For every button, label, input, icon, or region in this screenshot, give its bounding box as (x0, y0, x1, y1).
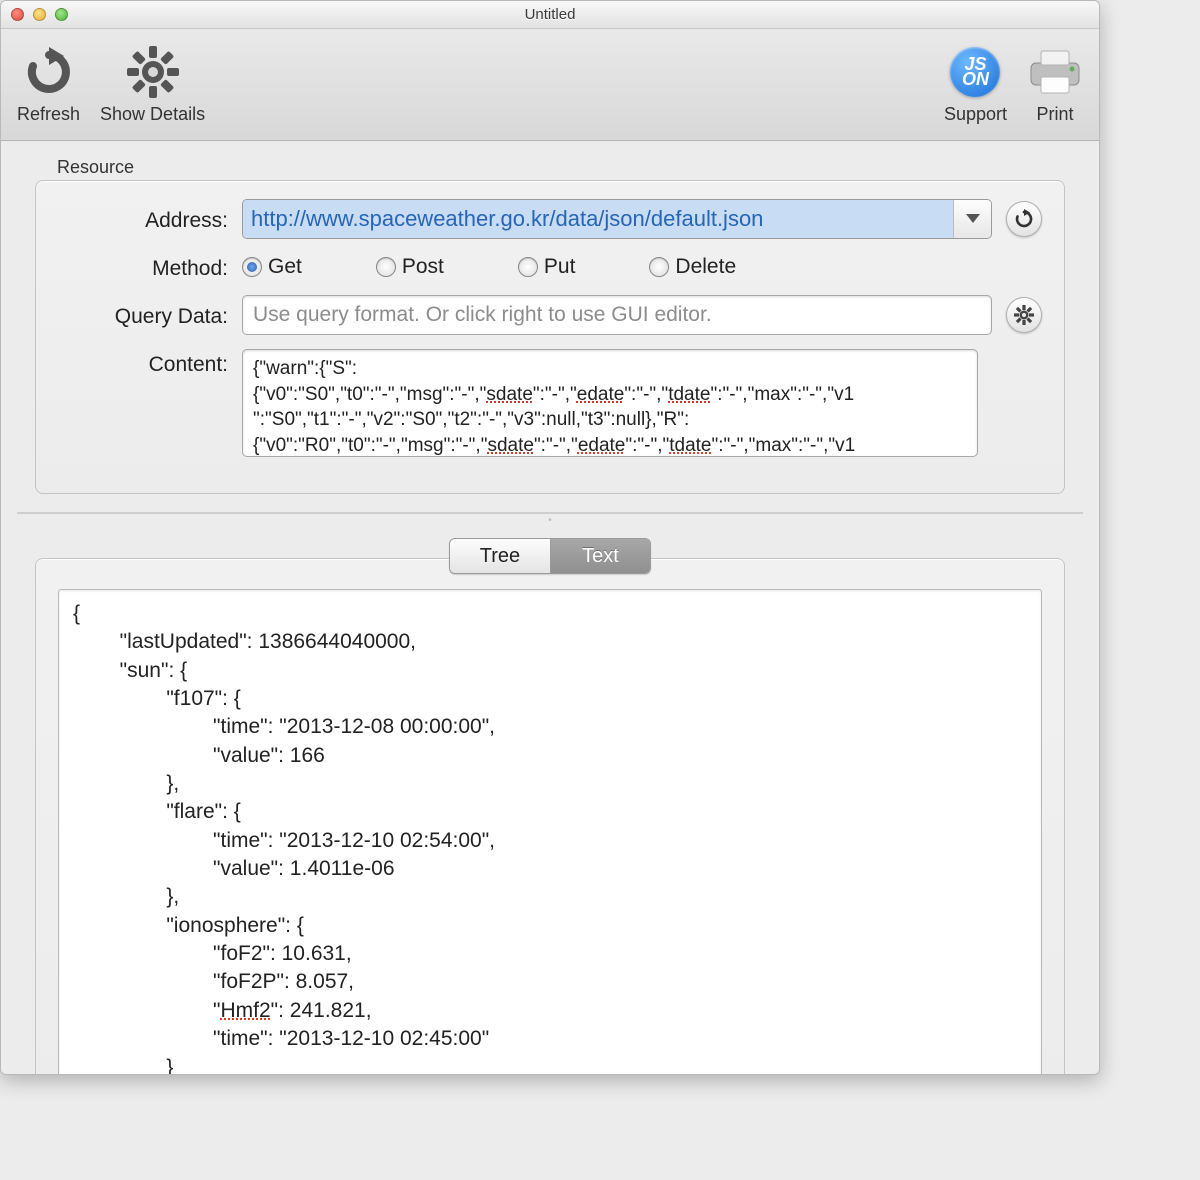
show-details-label: Show Details (100, 104, 205, 125)
address-input[interactable] (243, 200, 953, 238)
query-label: Query Data: (58, 301, 228, 329)
zoom-window-button[interactable] (55, 8, 68, 21)
reload-address-button[interactable] (1006, 201, 1042, 237)
method-post-radio[interactable]: Post (376, 255, 444, 279)
show-details-button[interactable]: Show Details (100, 44, 205, 125)
json-icon: JS ON (947, 44, 1003, 100)
method-put-radio[interactable]: Put (518, 255, 576, 279)
titlebar: Untitled (1, 1, 1099, 29)
printer-icon (1027, 44, 1083, 100)
reload-icon (1014, 209, 1034, 229)
address-label: Address: (58, 205, 228, 233)
query-data-input[interactable] (242, 295, 992, 335)
print-button[interactable]: Print (1027, 44, 1083, 125)
response-panel: { "lastUpdated": 1386644040000, "sun": {… (35, 558, 1065, 1074)
close-window-button[interactable] (11, 8, 24, 21)
method-radio-group: Get Post Put Delete (242, 255, 736, 279)
method-label: Method: (58, 253, 228, 281)
chevron-down-icon (966, 214, 980, 224)
refresh-button[interactable]: Refresh (17, 44, 80, 125)
refresh-icon (21, 44, 77, 100)
method-post-label: Post (402, 255, 444, 279)
address-dropdown-button[interactable] (953, 200, 991, 238)
toolbar: Refresh (1, 29, 1099, 141)
gear-small-icon (1014, 305, 1034, 325)
refresh-label: Refresh (17, 104, 80, 125)
response-tabs: Tree Text (35, 538, 1065, 574)
content-textarea[interactable]: {"warn":{"S": {"v0":"S0","t0":"-","msg":… (242, 349, 978, 457)
content-label: Content: (58, 349, 228, 377)
traffic-lights (11, 8, 68, 21)
tab-tree[interactable]: Tree (450, 539, 550, 573)
window-title: Untitled (1, 6, 1099, 23)
content-area: Resource Address: (1, 141, 1099, 1074)
minimize-window-button[interactable] (33, 8, 46, 21)
print-label: Print (1036, 104, 1073, 125)
panel-divider[interactable] (17, 512, 1083, 514)
support-label: Support (944, 104, 1007, 125)
method-delete-label: Delete (675, 255, 736, 279)
resource-group-label: Resource (57, 157, 1065, 178)
method-put-label: Put (544, 255, 576, 279)
tab-text[interactable]: Text (550, 539, 650, 573)
app-window: Untitled Refresh (0, 0, 1100, 1075)
support-button[interactable]: JS ON Support (944, 44, 1007, 125)
method-delete-radio[interactable]: Delete (649, 255, 736, 279)
method-get-label: Get (268, 255, 302, 279)
query-editor-button[interactable] (1006, 297, 1042, 333)
address-field-wrap (242, 199, 992, 239)
method-get-radio[interactable]: Get (242, 255, 302, 279)
resource-panel: Address: (35, 180, 1065, 494)
response-text-output[interactable]: { "lastUpdated": 1386644040000, "sun": {… (58, 589, 1042, 1074)
gear-icon (125, 44, 181, 100)
